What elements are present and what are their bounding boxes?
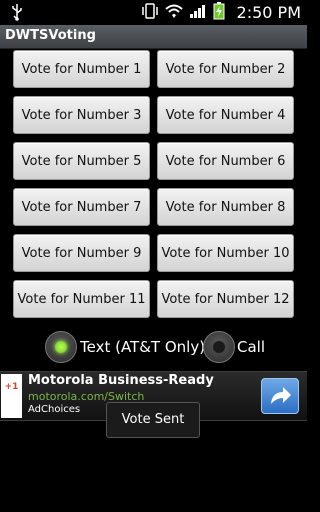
vote-button-6[interactable]: Vote for Number 6 [157,142,294,180]
vote-button-2[interactable]: Vote for Number 2 [157,50,294,88]
vote-button-4[interactable]: Vote for Number 4 [157,96,294,134]
vote-button-10[interactable]: Vote for Number 10 [157,234,294,272]
vote-method-group: Text (AT&T Only) Call [0,331,307,365]
vibrate-icon [141,2,159,23]
vote-button-7[interactable]: Vote for Number 7 [13,188,150,226]
title-bar: DWTSVoting [0,25,307,49]
ad-title[interactable]: Motorola Business-Ready [28,373,214,388]
vote-button-3[interactable]: Vote for Number 3 [13,96,150,134]
battery-charging-icon [213,1,225,24]
plus-one-badge[interactable]: +1 [1,374,22,418]
radio-unselected-indicator [213,341,225,353]
usb-icon [10,3,24,21]
signal-icon [189,3,207,23]
clock: 2:50 PM [236,3,301,22]
vote-button-11[interactable]: Vote for Number 11 [13,280,150,318]
vote-button-8[interactable]: Vote for Number 8 [157,188,294,226]
vote-button-12[interactable]: Vote for Number 12 [157,280,294,318]
vote-button-1[interactable]: Vote for Number 1 [13,50,150,88]
radio-call-label[interactable]: Call [237,338,265,356]
status-bar: 2:50 PM [0,0,307,25]
radio-text[interactable] [45,331,77,363]
vote-button-9[interactable]: Vote for Number 9 [13,234,150,272]
radio-call[interactable] [203,331,235,363]
radio-text-label[interactable]: Text (AT&T Only) [80,338,205,356]
toast-message: Vote Sent [106,402,200,438]
app-title: DWTSVoting [5,28,96,43]
vote-button-5[interactable]: Vote for Number 5 [13,142,150,180]
wifi-icon [164,3,183,23]
ad-choices-link[interactable]: AdChoices [28,404,80,415]
share-arrow-icon[interactable] [261,378,299,414]
radio-selected-indicator [55,341,67,353]
